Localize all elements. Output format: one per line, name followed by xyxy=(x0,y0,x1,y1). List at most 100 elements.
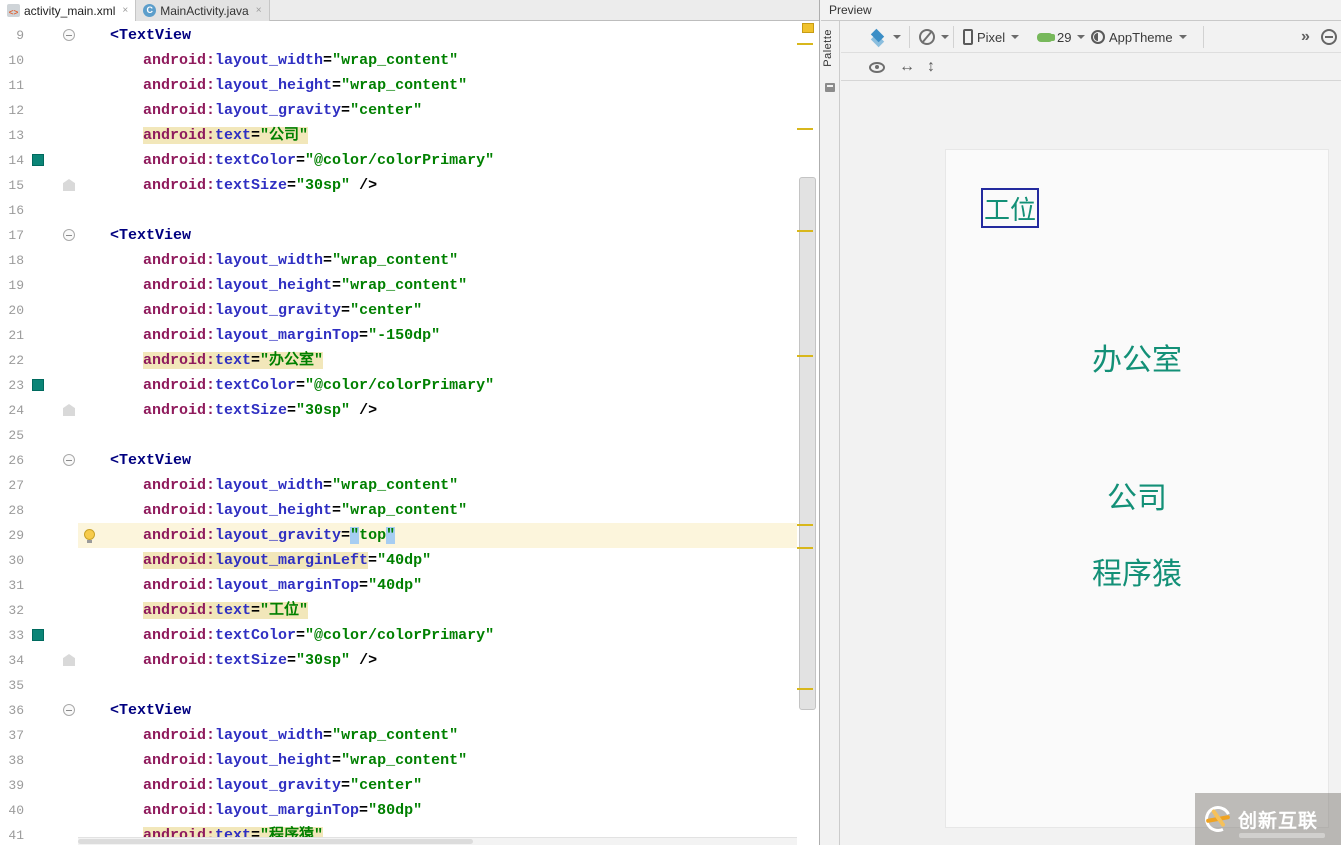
tab-mainactivity-java[interactable]: MainActivity.java × xyxy=(136,0,269,21)
zoom-out-button[interactable] xyxy=(1321,21,1337,53)
textview-bangongshi[interactable]: 办公室 xyxy=(946,335,1328,379)
code-text: <TextView xyxy=(78,223,191,248)
orientation-button[interactable] xyxy=(919,21,949,53)
code-line[interactable]: 30android:layout_marginLeft="40dp" xyxy=(0,548,797,573)
code-line[interactable]: 33android:textColor="@color/colorPrimary… xyxy=(0,623,797,648)
expand-vertical-button[interactable]: ↕ xyxy=(927,53,935,81)
code-line[interactable]: 32android:text="工位" xyxy=(0,598,797,623)
code-line[interactable]: 10android:layout_width="wrap_content" xyxy=(0,48,797,73)
code-token: "@color/colorPrimary" xyxy=(305,152,494,169)
overflow-button[interactable]: » xyxy=(1301,21,1310,53)
code-editor[interactable]: 9<TextView10android:layout_width="wrap_c… xyxy=(0,21,819,845)
tab-activity-main-xml[interactable]: activity_main.xml × xyxy=(0,0,136,21)
code-text: <TextView xyxy=(78,448,191,473)
code-line[interactable]: 35 xyxy=(0,673,797,698)
fold-close-icon[interactable] xyxy=(63,179,75,191)
line-number: 16 xyxy=(0,198,24,223)
code-token: android: xyxy=(143,277,215,294)
device-selector[interactable]: Pixel xyxy=(963,21,1019,53)
fold-open-icon[interactable] xyxy=(63,229,75,241)
code-line[interactable]: 11android:layout_height="wrap_content" xyxy=(0,73,797,98)
code-token: = xyxy=(287,177,296,194)
code-line[interactable]: 40android:layout_marginTop="80dp" xyxy=(0,798,797,823)
vertical-scrollbar-thumb[interactable] xyxy=(799,177,816,710)
color-swatch[interactable] xyxy=(32,379,44,391)
code-line[interactable]: 21android:layout_marginTop="-150dp" xyxy=(0,323,797,348)
line-number: 20 xyxy=(0,298,24,323)
warning-tick[interactable] xyxy=(797,547,813,549)
code-line[interactable]: 12android:layout_gravity="center" xyxy=(0,98,797,123)
code-token: android: xyxy=(143,252,215,269)
code-line[interactable]: 13android:text="公司" xyxy=(0,123,797,148)
theme-selector[interactable]: AppTheme xyxy=(1091,21,1187,53)
code-token: android: xyxy=(143,577,215,594)
line-number: 10 xyxy=(0,48,24,73)
selected-view-gongwei[interactable]: 工位 xyxy=(981,188,1039,228)
code-line[interactable]: 20android:layout_gravity="center" xyxy=(0,298,797,323)
layout-variants-button[interactable] xyxy=(869,21,901,53)
fold-open-icon[interactable] xyxy=(63,454,75,466)
code-text: <TextView xyxy=(78,698,191,723)
line-number: 15 xyxy=(0,173,24,198)
warning-tick[interactable] xyxy=(797,128,813,130)
close-icon[interactable]: × xyxy=(256,5,262,16)
show-hide-button[interactable] xyxy=(869,53,885,81)
code-line[interactable]: 25 xyxy=(0,423,797,448)
code-token: = xyxy=(341,102,350,119)
api-level-selector[interactable]: 29 xyxy=(1037,21,1085,53)
code-line[interactable]: 29android:layout_gravity="top" xyxy=(0,523,797,548)
line-number: 29 xyxy=(0,523,24,548)
code-line[interactable]: 37android:layout_width="wrap_content" xyxy=(0,723,797,748)
code-line[interactable]: 39android:layout_gravity="center" xyxy=(0,773,797,798)
code-line[interactable]: 27android:layout_width="wrap_content" xyxy=(0,473,797,498)
palette-icon xyxy=(825,83,835,92)
code-line[interactable]: 15android:textSize="30sp" /> xyxy=(0,173,797,198)
warning-tick[interactable] xyxy=(797,688,813,690)
code-token: = xyxy=(323,52,332,69)
code-line[interactable]: 14android:textColor="@color/colorPrimary… xyxy=(0,148,797,173)
code-token: = xyxy=(341,527,350,544)
code-line[interactable]: 28android:layout_height="wrap_content" xyxy=(0,498,797,523)
code-token: layout_height xyxy=(215,277,332,294)
horizontal-scrollbar[interactable] xyxy=(78,837,797,845)
warning-tick[interactable] xyxy=(797,230,813,232)
palette-tool-strip[interactable]: Palette xyxy=(821,21,840,845)
code-line[interactable]: 38android:layout_height="wrap_content" xyxy=(0,748,797,773)
code-line[interactable]: 34android:textSize="30sp" /> xyxy=(0,648,797,673)
color-swatch[interactable] xyxy=(32,629,44,641)
error-stripe[interactable] xyxy=(797,21,819,845)
code-line[interactable]: 17<TextView xyxy=(0,223,797,248)
eye-icon xyxy=(869,62,885,73)
code-line[interactable]: 18android:layout_width="wrap_content" xyxy=(0,248,797,273)
code-line[interactable]: 26<TextView xyxy=(0,448,797,473)
horizontal-scrollbar-thumb[interactable] xyxy=(78,839,473,844)
textview-gongsi[interactable]: 公司 xyxy=(946,473,1328,517)
warning-tick[interactable] xyxy=(797,355,813,357)
fold-open-icon[interactable] xyxy=(63,704,75,716)
device-canvas[interactable]: 工位 办公室 公司 程序猿 xyxy=(946,150,1328,827)
fold-close-icon[interactable] xyxy=(63,654,75,666)
code-line[interactable]: 16 xyxy=(0,198,797,223)
textview-chengxuyuan[interactable]: 程序猿 xyxy=(946,549,1328,593)
code-token: layout_height xyxy=(215,77,332,94)
code-line[interactable]: 36<TextView xyxy=(0,698,797,723)
fold-close-icon[interactable] xyxy=(63,404,75,416)
code-token: textSize xyxy=(215,402,287,419)
close-icon[interactable]: × xyxy=(122,5,128,16)
expand-horizontal-button[interactable]: ↔ xyxy=(899,53,915,81)
code-line[interactable]: 31android:layout_marginTop="40dp" xyxy=(0,573,797,598)
code-line[interactable]: 19android:layout_height="wrap_content" xyxy=(0,273,797,298)
warning-tick[interactable] xyxy=(797,524,813,526)
color-swatch[interactable] xyxy=(32,154,44,166)
code-line[interactable]: 9<TextView xyxy=(0,23,797,48)
code-line[interactable]: 24android:textSize="30sp" /> xyxy=(0,398,797,423)
line-number: 13 xyxy=(0,123,24,148)
code-token: = xyxy=(332,502,341,519)
code-line[interactable]: 22android:text="办公室" xyxy=(0,348,797,373)
warning-tick[interactable] xyxy=(797,43,813,45)
code-line[interactable]: 23android:textColor="@color/colorPrimary… xyxy=(0,373,797,398)
fold-open-icon[interactable] xyxy=(63,29,75,41)
code-token: layout_gravity xyxy=(215,527,341,544)
inspection-indicator[interactable] xyxy=(802,23,814,33)
palette-tab-label[interactable]: Palette xyxy=(822,29,834,67)
